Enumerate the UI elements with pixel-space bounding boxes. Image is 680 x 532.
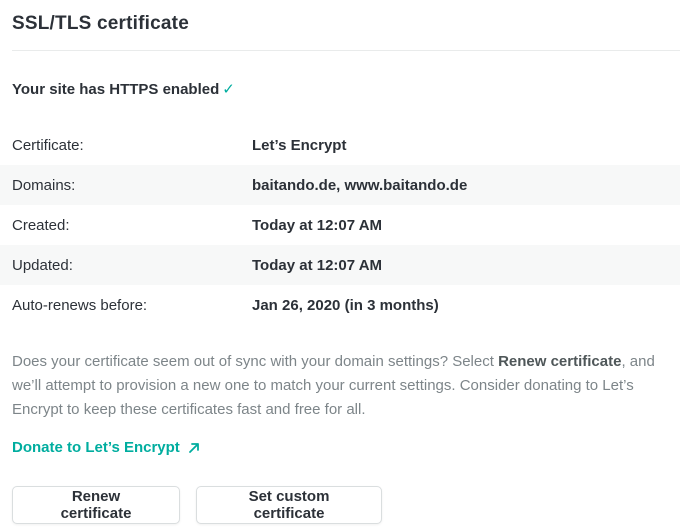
help-text-start: Does your certificate seem out of sync w…: [12, 353, 499, 370]
https-status-text: Your site has HTTPS enabled: [12, 81, 220, 98]
donate-link[interactable]: Donate to Let’s Encrypt: [12, 439, 200, 456]
section-title: SSL/TLS certificate: [12, 13, 189, 34]
row-label: Domains:: [12, 176, 76, 194]
set-custom-certificate-button[interactable]: Set custom certificate: [196, 486, 382, 524]
row-label: Certificate:: [12, 136, 84, 154]
row-value: Let’s Encrypt: [252, 136, 347, 154]
renew-help-text: Does your certificate seem out of sync w…: [12, 350, 677, 422]
external-link-arrow-icon: [188, 442, 199, 453]
table-row-certificate: Certificate: Let’s Encrypt: [0, 125, 680, 165]
table-row-created: Created: Today at 12:07 AM: [0, 205, 680, 245]
row-value: Today at 12:07 AM: [252, 216, 383, 234]
donate-link-label: Donate to Let’s Encrypt: [12, 439, 180, 456]
certificate-details-table: Certificate: Let’s Encrypt Domains: bait…: [0, 125, 680, 325]
row-label: Auto-renews before:: [12, 296, 148, 314]
check-icon: ✓: [222, 81, 235, 98]
row-label: Updated:: [12, 256, 73, 274]
row-label: Created:: [12, 216, 70, 234]
table-row-domains: Domains: baitando.de, www.baitando.de: [0, 165, 680, 205]
row-value: Jan 26, 2020 (in 3 months): [252, 296, 439, 314]
help-text-emphasis: Renew certificate: [498, 353, 622, 370]
table-row-updated: Updated: Today at 12:07 AM: [0, 245, 680, 285]
renew-certificate-button[interactable]: Renew certificate: [12, 486, 180, 524]
title-divider: [12, 50, 680, 51]
row-value: baitando.de, www.baitando.de: [252, 176, 468, 194]
table-row-auto-renews: Auto-renews before: Jan 26, 2020 (in 3 m…: [0, 285, 680, 325]
row-value: Today at 12:07 AM: [252, 256, 383, 274]
https-status: Your site has HTTPS enabled ✓: [12, 80, 235, 98]
